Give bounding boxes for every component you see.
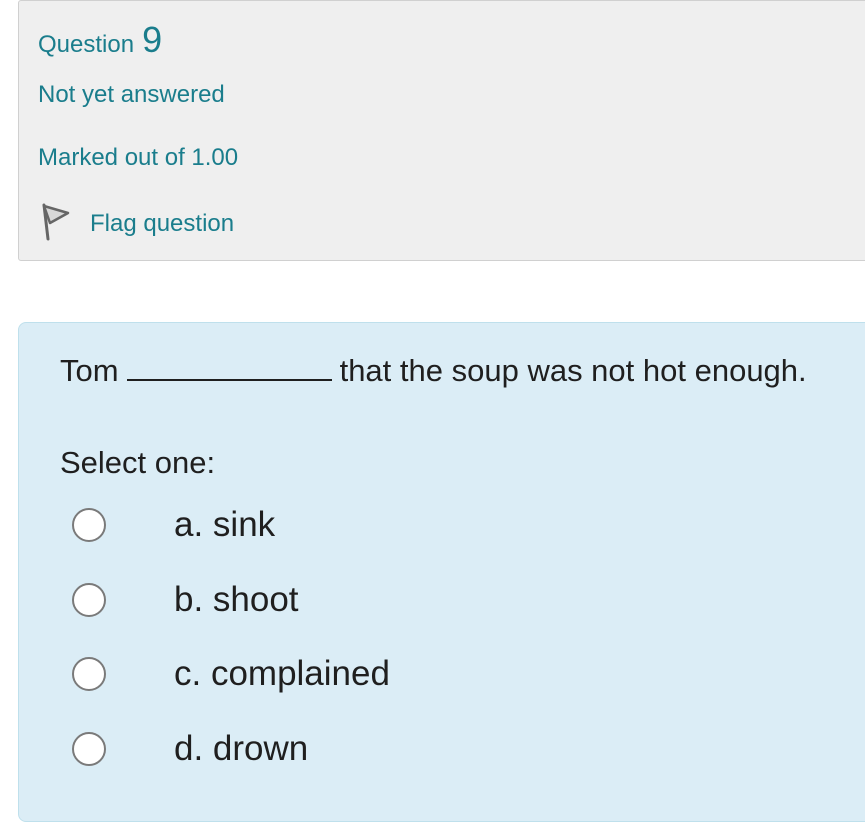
answer-blank: [126, 351, 332, 381]
option-b-radio[interactable]: [72, 583, 106, 617]
option-a-radio[interactable]: [72, 508, 106, 542]
question-text: Tom that the soup was not hot enough.: [60, 351, 807, 389]
option-b[interactable]: b. shoot: [72, 580, 299, 620]
option-d[interactable]: d. drown: [72, 729, 308, 769]
option-c-label[interactable]: c. complained: [174, 654, 390, 694]
question-state: Not yet answered: [38, 81, 225, 108]
option-a-label[interactable]: a. sink: [174, 505, 275, 545]
flag-icon: [38, 201, 90, 246]
question-grade: Marked out of 1.00: [38, 144, 239, 171]
flag-question-link[interactable]: Flag question: [38, 201, 234, 246]
question-heading: Question 9: [38, 19, 162, 61]
question-content-panel: Tom that the soup was not hot enough. Sel…: [18, 322, 865, 822]
option-c[interactable]: c. complained: [72, 654, 390, 694]
question-text-end: that the soup was not hot enough.: [339, 353, 807, 388]
option-a[interactable]: a. sink: [72, 505, 275, 545]
question-label: Question: [38, 31, 135, 58]
option-d-radio[interactable]: [72, 732, 106, 766]
flag-question-label: Flag question: [90, 209, 235, 237]
option-b-label[interactable]: b. shoot: [174, 580, 299, 620]
question-info-panel: Question 9 Not yet answered Marked out of…: [18, 0, 865, 261]
option-d-label[interactable]: d. drown: [174, 729, 308, 769]
question-number: 9: [142, 19, 163, 60]
select-one-prompt: Select one:: [60, 445, 216, 480]
option-c-radio[interactable]: [72, 657, 106, 691]
question-text-start: Tom: [60, 353, 119, 388]
